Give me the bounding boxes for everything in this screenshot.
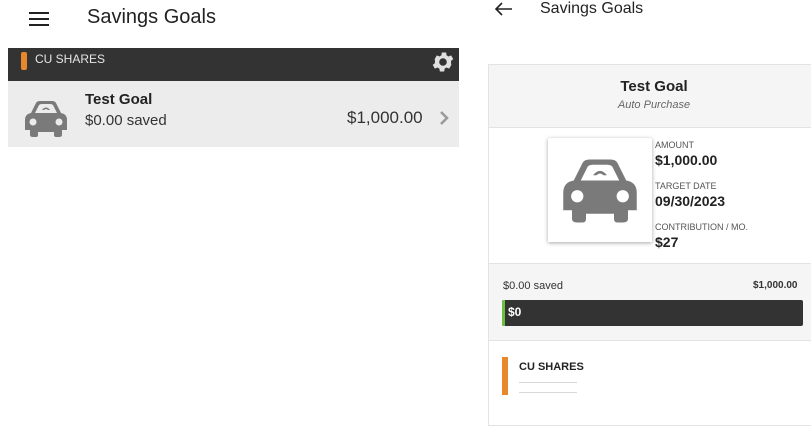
chevron-right-icon	[440, 111, 449, 125]
target-date-value: 09/30/2023	[655, 193, 726, 209]
back-arrow-icon[interactable]	[495, 2, 513, 16]
saved-text: $0.00 saved	[503, 280, 563, 292]
goal-name: Test Goal	[85, 91, 153, 108]
account-section-label: CU SHARES	[35, 52, 106, 66]
target-date-label: TARGET DATE	[655, 181, 717, 191]
account-label: CU SHARES	[519, 361, 584, 373]
car-icon	[25, 101, 67, 137]
amount-label: AMOUNT	[655, 140, 694, 150]
detail-page-title: Savings Goals	[540, 0, 644, 17]
progress-bar: $0	[502, 300, 803, 326]
account-section-header: CU SHARES	[8, 48, 459, 81]
car-icon	[563, 159, 637, 223]
goal-image	[548, 138, 652, 242]
goal-category: Auto Purchase	[617, 99, 691, 111]
goal-target-amount: $1,000.00	[347, 108, 423, 127]
account-accent	[21, 52, 27, 70]
gear-icon[interactable]	[430, 49, 456, 75]
placeholder-line	[519, 382, 577, 383]
amount-value: $1,000.00	[655, 152, 718, 168]
goal-list-item[interactable]: Test Goal $0.00 saved $1,000.00	[8, 81, 459, 147]
goal-total: $1,000.00	[753, 280, 798, 291]
goal-detail-name: Test Goal	[620, 78, 688, 95]
progress-fill	[502, 300, 505, 326]
contribution-value: $27	[655, 234, 679, 250]
account-accent	[502, 357, 508, 395]
goal-detail-card: Test Goal Auto Purchase AMOUNT $1,000.00…	[488, 64, 811, 426]
goals-list-screen: Savings Goals CU SHARES Test Goal $0.00 …	[0, 0, 460, 410]
menu-icon[interactable]	[29, 12, 49, 26]
goal-detail-header: Test Goal Auto Purchase	[489, 65, 811, 128]
goal-saved-amount: $0.00 saved	[85, 112, 167, 129]
contribution-label: CONTRIBUTION / MO.	[655, 222, 748, 232]
page-title: Savings Goals	[87, 6, 216, 28]
progress-bar-text: $0	[508, 305, 522, 319]
placeholder-line	[519, 392, 577, 393]
progress-section: $0.00 saved $1,000.00 $0	[489, 263, 811, 341]
